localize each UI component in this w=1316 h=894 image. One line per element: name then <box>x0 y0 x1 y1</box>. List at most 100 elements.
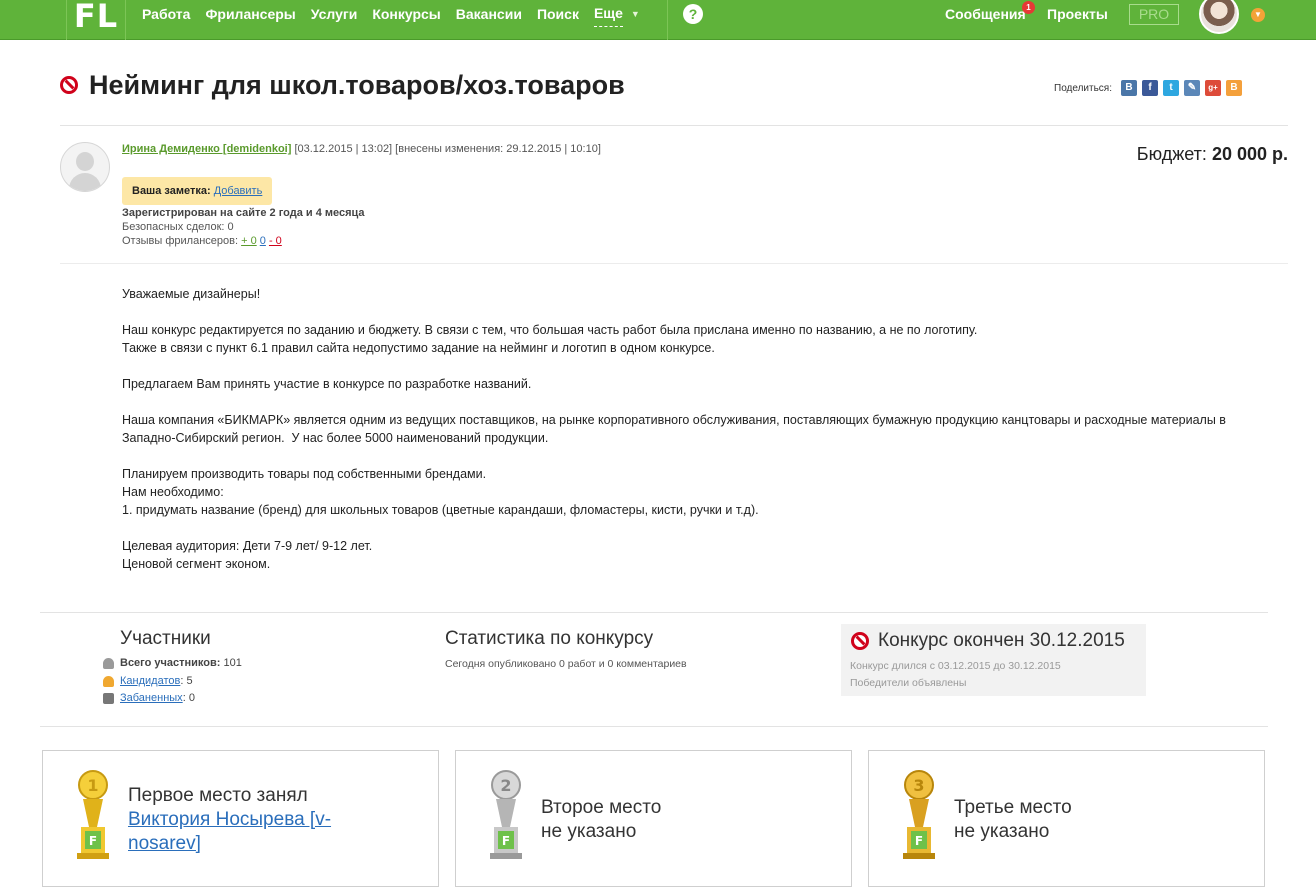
vk-icon[interactable]: B <box>1121 80 1137 96</box>
total-participants: Всего участников: 101 <box>103 657 242 669</box>
svg-text:F: F <box>915 834 923 848</box>
total-label: Всего участников: <box>120 657 221 669</box>
user-menu-chevron-icon[interactable]: ▼ <box>1251 8 1265 22</box>
stats-text: Сегодня опубликовано 0 работ и 0 коммент… <box>445 658 687 670</box>
first-place-trophy-icon: 1 F <box>77 770 109 859</box>
livejournal-icon[interactable]: ✎ <box>1184 80 1200 96</box>
nav-freelancers[interactable]: Фрилансеры <box>205 0 295 30</box>
divider <box>40 726 1268 727</box>
author-name-link[interactable]: Ирина Демиденко [demidenkoi] <box>122 143 291 155</box>
divider <box>60 263 1288 264</box>
divider <box>40 612 1268 613</box>
nav-search[interactable]: Поиск <box>537 0 579 30</box>
banned-value: 0 <box>188 692 195 704</box>
description-line: Наша компания «БИКМАРК» является одним и… <box>122 413 1226 427</box>
messages-count-badge: 1 <box>1022 1 1035 14</box>
nav-vacancies[interactable]: Вакансии <box>456 0 522 30</box>
messages-link[interactable]: Сообщения <box>945 0 1026 28</box>
first-place-card: 1 F Первое место занял Виктория Носырева… <box>42 750 439 887</box>
share-label: Поделиться: <box>1054 82 1112 94</box>
contest-ended-box: Конкурс окончен 30.12.2015 Конкурс длилс… <box>841 624 1146 696</box>
author-line: Ирина Демиденко [demidenkoi] [03.12.2015… <box>122 143 601 155</box>
note-label: Ваша заметка: <box>132 185 211 197</box>
closed-ban-icon <box>851 632 869 650</box>
freelancer-reviews: Отзывы фрилансеров: + 0 0 - 0 <box>122 235 282 247</box>
chevron-down-icon[interactable]: ▼ <box>631 0 640 30</box>
banned-row: Забаненных: 0 <box>103 692 195 704</box>
first-place-text: Первое место занял Виктория Носырева [v-… <box>128 784 331 856</box>
first-place-label: Первое место занял <box>128 785 308 806</box>
second-place-card: 2 F Второе место не указано <box>455 750 852 887</box>
negative-reviews-link[interactable]: - 0 <box>269 235 282 247</box>
second-place-status: не указано <box>541 821 637 842</box>
divider <box>60 125 1288 126</box>
third-place-label: Третье место <box>954 797 1072 818</box>
description-line <box>122 393 1292 411</box>
description-line: Ценовой сегмент эконом. <box>122 557 271 571</box>
third-place-trophy-icon: 3 F <box>903 770 935 859</box>
contest-duration: Конкурс длился с 03.12.2015 до 30.12.201… <box>850 660 1061 672</box>
registration-info: Зарегистрирован на сайте 2 года и 4 меся… <box>122 207 365 219</box>
second-place-text: Второе место не указано <box>541 796 661 844</box>
description-line: Также в связи с пункт 6.1 правил сайта н… <box>122 341 715 355</box>
share-bar: Поделиться: B f t ✎ g+ B <box>1054 80 1247 96</box>
user-icon <box>103 657 114 669</box>
googleplus-icon[interactable]: g+ <box>1205 80 1221 96</box>
second-place-label: Второе место <box>541 797 662 818</box>
lock-icon <box>103 692 114 704</box>
description-line: Предлагаем Вам принять участие в конкурс… <box>122 377 532 391</box>
personal-note: Ваша заметка: Добавить <box>122 177 273 205</box>
third-place-text: Третье место не указано <box>954 796 1072 844</box>
description-line: Западно-Сибирский регион. У нас более 50… <box>122 431 549 445</box>
closed-ban-icon <box>60 76 78 94</box>
description-line <box>122 303 1292 321</box>
third-place-status: не указано <box>954 821 1050 842</box>
budget-value: 20 000 р. <box>1211 144 1288 164</box>
nav-work[interactable]: Работа <box>142 0 190 30</box>
fl-logo[interactable]: FL <box>66 0 126 40</box>
description-line: Наш конкурс редактируется по заданию и б… <box>122 323 978 337</box>
page-title: Нейминг для школ.товаров/хоз.товаров <box>89 70 625 100</box>
project-description: Уважаемые дизайнеры! Наш конкурс редакти… <box>122 285 1292 573</box>
svg-text:1: 1 <box>87 776 98 795</box>
description-line <box>122 357 1292 375</box>
contest-ended-title-row: Конкурс окончен 30.12.2015 <box>851 630 1125 652</box>
description-line: 1. придумать название (бренд) для школьн… <box>122 503 759 517</box>
description-line: Планируем производить товары под собстве… <box>122 467 487 481</box>
banned-link[interactable]: Забаненных <box>120 692 183 704</box>
help-icon[interactable]: ? <box>683 4 703 24</box>
nav-contests[interactable]: Конкурсы <box>372 0 440 30</box>
blogger-icon[interactable]: B <box>1226 80 1242 96</box>
svg-text:2: 2 <box>500 776 511 795</box>
author-avatar[interactable] <box>60 142 110 192</box>
stats-title: Статистика по конкурсу <box>445 628 654 649</box>
neutral-reviews-link[interactable]: 0 <box>260 235 266 247</box>
description-line <box>122 519 1292 537</box>
winners-announced: Победители объявлены <box>850 677 967 689</box>
description-line: Целевая аудитория: Дети 7-9 лет/ 9-12 ле… <box>122 539 373 553</box>
add-note-link[interactable]: Добавить <box>214 185 263 197</box>
projects-link[interactable]: Проекты <box>1047 0 1108 28</box>
positive-reviews-link[interactable]: + 0 <box>241 235 257 247</box>
svg-text:3: 3 <box>913 776 924 795</box>
pro-button[interactable]: PRO <box>1129 4 1179 25</box>
second-place-trophy-icon: 2 F <box>490 770 522 859</box>
candidates-link[interactable]: Кандидатов <box>120 675 180 687</box>
candidate-user-icon <box>103 675 114 687</box>
divider <box>667 0 668 40</box>
description-line: Уважаемые дизайнеры! <box>122 287 261 301</box>
budget: Бюджет: 20 000 р. <box>1137 144 1288 165</box>
budget-label: Бюджет: <box>1136 144 1207 164</box>
nav-more[interactable]: Еще <box>593 0 623 27</box>
user-avatar[interactable] <box>1199 0 1239 34</box>
description-line <box>122 447 1292 465</box>
twitter-icon[interactable]: t <box>1163 80 1179 96</box>
facebook-icon[interactable]: f <box>1142 80 1158 96</box>
author-dates: [03.12.2015 | 13:02] [внесены изменения:… <box>294 143 601 155</box>
safe-deals-count: Безопасных сделок: 0 <box>122 221 234 233</box>
project-title-row: Нейминг для школ.товаров/хоз.товаров <box>60 70 625 100</box>
first-place-winner-link[interactable]: Виктория Носырева [v-nosarev] <box>128 809 331 854</box>
nav-services[interactable]: Услуги <box>311 0 358 30</box>
third-place-card: 3 F Третье место не указано <box>868 750 1265 887</box>
candidates-row: Кандидатов: 5 <box>103 675 193 687</box>
